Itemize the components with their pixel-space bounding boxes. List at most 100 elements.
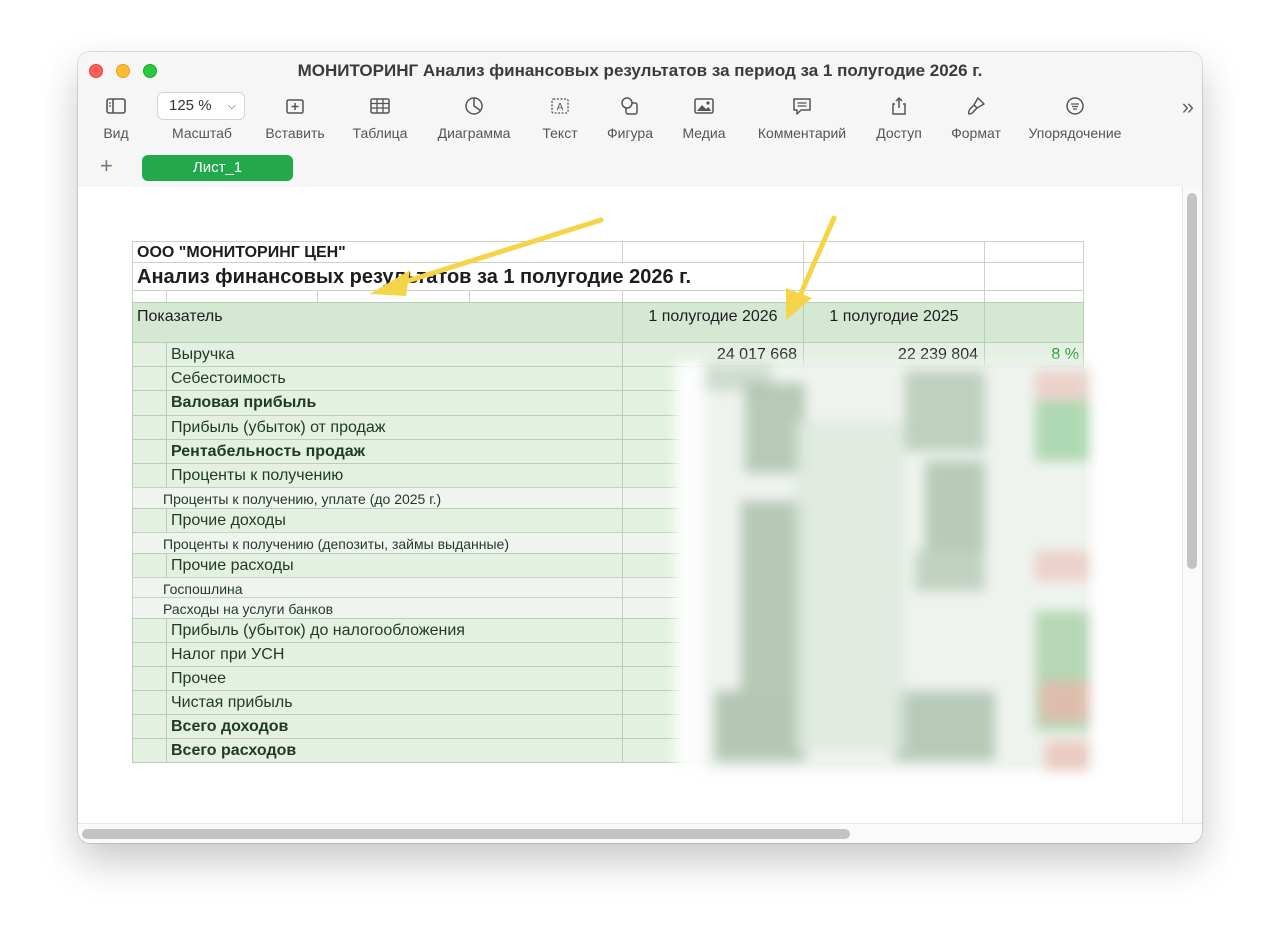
blur-pixel-block bbox=[675, 361, 705, 771]
sheet-tab-active[interactable]: Лист_1 bbox=[142, 155, 293, 181]
window-title: МОНИТОРИНГ Анализ финансовых результатов… bbox=[297, 61, 983, 80]
blur-pixel-block bbox=[905, 371, 985, 451]
chart-label: Диаграмма bbox=[437, 125, 511, 141]
horizontal-scroll-thumb[interactable] bbox=[82, 829, 850, 839]
share-icon bbox=[868, 92, 930, 120]
blur-pixel-block bbox=[1045, 741, 1089, 771]
company-name-cell[interactable]: ООО "МОНИТОРИНГ ЦЕН" bbox=[132, 241, 623, 263]
blur-pixel-block bbox=[1041, 681, 1089, 721]
row-label-cell[interactable]: Проценты к получению, уплате (до 2025 г.… bbox=[132, 487, 623, 509]
blur-pixel-block bbox=[915, 551, 985, 591]
format-button[interactable]: Формат bbox=[944, 92, 1008, 146]
blur-pixel-block bbox=[1035, 401, 1089, 461]
row-label-cell[interactable]: Проценты к получению (депозиты, займы вы… bbox=[132, 532, 623, 554]
row-indent-cell[interactable] bbox=[132, 618, 167, 643]
table-icon bbox=[346, 92, 414, 120]
blur-pixel-block bbox=[1035, 551, 1089, 581]
comment-label: Комментарий bbox=[757, 125, 847, 141]
header-previous-period-cell[interactable]: 1 полугодие 2025 bbox=[803, 302, 985, 343]
row-label-cell[interactable]: Прибыль (убыток) от продаж bbox=[166, 415, 623, 440]
comment-button[interactable]: Комментарий bbox=[746, 92, 858, 146]
row-label-cell[interactable]: Себестоимость bbox=[166, 366, 623, 391]
format-label: Формат bbox=[951, 125, 1001, 141]
row-indent-cell[interactable] bbox=[132, 342, 167, 367]
row-indent-cell[interactable] bbox=[132, 553, 167, 578]
shape-label: Фигура bbox=[607, 125, 653, 141]
insert-label: Вставить bbox=[265, 125, 325, 141]
view-label: Вид bbox=[103, 125, 129, 141]
zoom-tool: Масштаб bbox=[164, 92, 240, 146]
view-button[interactable]: Вид bbox=[96, 92, 136, 146]
row-label-cell[interactable]: Прочее bbox=[166, 666, 623, 691]
row-label-cell[interactable]: Налог при УСН bbox=[166, 642, 623, 667]
row-indent-cell[interactable] bbox=[132, 642, 167, 667]
row-label-cell[interactable]: Рентабельность продаж bbox=[166, 439, 623, 464]
blur-pixel-block bbox=[1035, 371, 1089, 401]
sidebar-icon bbox=[96, 92, 136, 120]
header-change-cell[interactable] bbox=[984, 302, 1084, 343]
row-label-cell[interactable]: Прибыль (убыток) до налогообложения bbox=[166, 618, 623, 643]
row-label-cell[interactable]: Валовая прибыль bbox=[166, 390, 623, 416]
pie-chart-icon bbox=[429, 92, 519, 120]
paintbrush-icon bbox=[944, 92, 1008, 120]
toolbar-overflow-icon[interactable]: » bbox=[1182, 94, 1194, 120]
report-title-cell[interactable]: Анализ финансовых результатов за 1 полуг… bbox=[132, 262, 804, 291]
row-label-cell[interactable]: Прочие доходы bbox=[166, 508, 623, 533]
blur-pixel-block bbox=[795, 421, 905, 751]
row-indent-cell[interactable] bbox=[132, 508, 167, 533]
share-label: Доступ bbox=[876, 125, 922, 141]
insert-button[interactable]: Вставить bbox=[260, 92, 330, 146]
row-label-cell[interactable]: Проценты к получению bbox=[166, 463, 623, 488]
app-window: МОНИТОРИНГ Анализ финансовых результатов… bbox=[78, 52, 1202, 843]
blurred-values-region bbox=[675, 361, 1091, 771]
row-label-cell[interactable]: Выручка bbox=[166, 342, 623, 367]
row-indent-cell[interactable] bbox=[132, 366, 167, 391]
row-label-cell[interactable]: Чистая прибыль bbox=[166, 690, 623, 715]
table-label: Таблица bbox=[352, 125, 408, 141]
blur-pixel-block bbox=[895, 691, 995, 761]
chart-button[interactable]: Диаграмма bbox=[429, 92, 519, 146]
row-indent-cell[interactable] bbox=[132, 666, 167, 691]
vertical-scroll-thumb[interactable] bbox=[1187, 193, 1197, 569]
row-label-cell[interactable]: Всего расходов bbox=[166, 738, 623, 763]
media-button[interactable]: Медиа bbox=[674, 92, 734, 146]
row-label-cell[interactable]: Всего доходов bbox=[166, 714, 623, 739]
insert-icon bbox=[260, 92, 330, 120]
row-label-cell[interactable]: Прочие расходы bbox=[166, 553, 623, 578]
organize-icon bbox=[1020, 92, 1130, 120]
empty-cell[interactable] bbox=[622, 241, 804, 263]
row-label-cell[interactable]: Расходы на услуги банков bbox=[132, 597, 623, 619]
svg-text:A: A bbox=[557, 102, 564, 113]
row-label-cell[interactable]: Госпошлина bbox=[132, 577, 623, 598]
row-indent-cell[interactable] bbox=[132, 390, 167, 416]
photo-icon bbox=[674, 92, 734, 120]
empty-cell[interactable] bbox=[803, 241, 985, 263]
row-indent-cell[interactable] bbox=[132, 415, 167, 440]
empty-cell[interactable] bbox=[984, 262, 1084, 291]
row-indent-cell[interactable] bbox=[132, 439, 167, 464]
organize-button[interactable]: Упорядочение bbox=[1020, 92, 1130, 146]
blur-pixel-block bbox=[925, 461, 985, 551]
row-indent-cell[interactable] bbox=[132, 690, 167, 715]
empty-cell[interactable] bbox=[984, 241, 1084, 263]
shape-icon bbox=[598, 92, 662, 120]
table-button[interactable]: Таблица bbox=[346, 92, 414, 146]
media-label: Медиа bbox=[682, 125, 726, 141]
add-sheet-button[interactable]: + bbox=[100, 153, 113, 179]
header-indicator-cell[interactable]: Показатель bbox=[132, 302, 623, 343]
organize-label: Упорядочение bbox=[1028, 125, 1122, 141]
title-bar: МОНИТОРИНГ Анализ финансовых результатов… bbox=[78, 52, 1202, 202]
header-current-period-cell[interactable]: 1 полугодие 2026 bbox=[622, 302, 804, 343]
zoom-label: Масштаб bbox=[172, 125, 232, 141]
shape-button[interactable]: Фигура bbox=[598, 92, 662, 146]
row-indent-cell[interactable] bbox=[132, 714, 167, 739]
row-indent-cell[interactable] bbox=[132, 463, 167, 488]
row-indent-cell[interactable] bbox=[132, 738, 167, 763]
share-button[interactable]: Доступ bbox=[868, 92, 930, 146]
text-button[interactable]: A Текст bbox=[534, 92, 586, 146]
text-box-icon: A bbox=[534, 92, 586, 120]
text-label: Текст bbox=[542, 125, 578, 141]
blur-pixel-block bbox=[715, 691, 805, 761]
sheet-tab-bar: + Лист_1 bbox=[78, 149, 1202, 187]
empty-cell[interactable] bbox=[803, 262, 985, 291]
